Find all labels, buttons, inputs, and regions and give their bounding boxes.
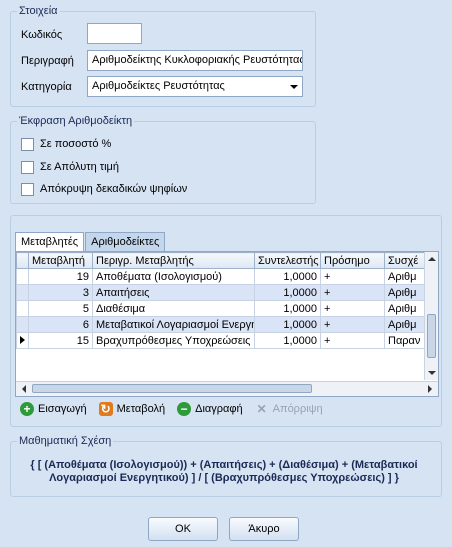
reject-button-label: Απόρριψη <box>272 403 323 415</box>
cell-coefficient[interactable]: 1,0000 <box>254 332 321 349</box>
hide-decimals-option-label: Απόκρυψη δεκαδικών ψηφίων <box>40 183 188 195</box>
cell-sign[interactable]: + <box>320 268 385 285</box>
cell-sign[interactable]: + <box>320 300 385 317</box>
cell-description[interactable]: Διαθέσιμα <box>92 300 255 317</box>
percent-option[interactable]: Σε ποσοστό % <box>21 137 111 151</box>
scroll-up-icon[interactable] <box>428 257 436 261</box>
cell-variable[interactable]: 5 <box>28 300 93 317</box>
reject-button[interactable]: ✕ Απόρριψη <box>255 402 323 416</box>
grid-toolbar: + Εισαγωγή ↻ Μεταβολή − Διαγραφή ✕ Απόρρ… <box>20 402 335 416</box>
tab-variables[interactable]: Μεταβλητές <box>15 232 85 252</box>
modify-button-label: Μεταβολή <box>116 403 166 415</box>
expression-group-title: Έκφραση Αριθμοδείκτη <box>17 115 135 127</box>
cell-description[interactable]: Αποθέματα (Ισολογισμού) <box>92 268 255 285</box>
grid-vertical-scrollbar[interactable] <box>424 252 438 380</box>
percent-option-label: Σε ποσοστό % <box>40 138 112 150</box>
absolute-option-label: Σε Απόλυτη τιμή <box>40 161 120 173</box>
cell-variable[interactable]: 19 <box>28 268 93 285</box>
cell-description[interactable]: Μεταβατικοί Λογαριασμοί Ενεργητ <box>92 316 255 333</box>
scroll-down-icon[interactable] <box>428 371 436 375</box>
absolute-checkbox[interactable] <box>21 160 34 174</box>
modify-button[interactable]: ↻ Μεταβολή <box>98 402 166 416</box>
horizontal-scroll-thumb[interactable] <box>32 384 312 393</box>
table-row[interactable]: 6 Μεταβατικοί Λογαριασμοί Ενεργητ 1,0000… <box>16 316 437 333</box>
row-indicator <box>16 284 29 301</box>
insert-button-label: Εισαγωγή <box>38 403 87 415</box>
table-header-row: Μεταβλητή Περιγρ. Μεταβλητής Συντελεστής… <box>16 252 437 269</box>
chevron-down-icon[interactable] <box>290 85 298 89</box>
formula-group-title: Μαθηματική Σχέση <box>17 435 114 447</box>
table-row[interactable]: 5 Διαθέσιμα 1,0000 + Αριθμ <box>16 300 437 317</box>
tab-ratios[interactable]: Αριθμοδείκτες <box>85 232 166 251</box>
col-variable[interactable]: Μεταβλητή <box>28 252 93 269</box>
delete-button-label: Διαγραφή <box>195 403 243 415</box>
variables-grid[interactable]: Μεταβλητή Περιγρ. Μεταβλητής Συντελεστής… <box>15 251 439 397</box>
description-label: Περιγραφή <box>21 55 74 67</box>
cell-sign[interactable]: + <box>320 332 385 349</box>
table-row[interactable]: 19 Αποθέματα (Ισολογισμού) 1,0000 + Αριθ… <box>16 268 437 285</box>
scroll-left-icon[interactable] <box>22 385 26 393</box>
refresh-icon: ↻ <box>98 402 113 416</box>
current-row-arrow-icon <box>16 332 29 349</box>
tab-strip: Μεταβλητές Αριθμοδείκτες <box>15 232 166 252</box>
category-label: Κατηγορία <box>21 81 72 93</box>
table-row[interactable]: 3 Απαιτήσεις 1,0000 + Αριθμ <box>16 284 437 301</box>
vertical-scroll-thumb[interactable] <box>427 314 436 358</box>
add-icon: + <box>20 402 34 416</box>
cancel-button[interactable]: Άκυρο <box>229 517 299 541</box>
row-indicator <box>16 268 29 285</box>
description-input[interactable]: Αριθμοδείκτης Κυκλοφοριακής Ρευστότητας <box>87 50 303 71</box>
hide-decimals-option[interactable]: Απόκρυψη δεκαδικών ψηφίων <box>21 182 187 196</box>
details-group-title: Στοιχεία <box>17 5 60 17</box>
cell-sign[interactable]: + <box>320 284 385 301</box>
grid-horizontal-scrollbar[interactable] <box>16 381 438 396</box>
scroll-right-icon[interactable] <box>428 385 432 393</box>
cell-coefficient[interactable]: 1,0000 <box>254 268 321 285</box>
variables-table: Μεταβλητή Περιγρ. Μεταβλητής Συντελεστής… <box>16 252 437 349</box>
hide-decimals-checkbox[interactable] <box>21 182 34 196</box>
row-indicator <box>16 300 29 317</box>
row-indicator <box>16 316 29 333</box>
cell-description[interactable]: Απαιτήσεις <box>92 284 255 301</box>
ok-button[interactable]: OK <box>148 517 218 541</box>
absolute-option[interactable]: Σε Απόλυτη τιμή <box>21 160 119 174</box>
cell-variable[interactable]: 15 <box>28 332 93 349</box>
cell-sign[interactable]: + <box>320 316 385 333</box>
col-description[interactable]: Περιγρ. Μεταβλητής <box>92 252 255 269</box>
col-sign[interactable]: Πρόσημο <box>320 252 385 269</box>
code-input[interactable] <box>87 23 142 44</box>
tools-icon: ✕ <box>256 402 267 416</box>
percent-checkbox[interactable] <box>21 137 34 151</box>
cell-coefficient[interactable]: 1,0000 <box>254 316 321 333</box>
col-coefficient[interactable]: Συντελεστής <box>254 252 321 269</box>
delete-button[interactable]: − Διαγραφή <box>177 402 243 416</box>
cell-variable[interactable]: 6 <box>28 316 93 333</box>
table-row[interactable]: 15 Βραχυπρόθεσμες Υποχρεώσεις 1,0000 + Π… <box>16 332 437 349</box>
cell-variable[interactable]: 3 <box>28 284 93 301</box>
insert-button[interactable]: + Εισαγωγή <box>20 402 87 416</box>
code-label: Κωδικός <box>21 29 63 41</box>
row-indicator-header <box>16 252 29 269</box>
cell-description[interactable]: Βραχυπρόθεσμες Υποχρεώσεις <box>92 332 255 349</box>
cell-coefficient[interactable]: 1,0000 <box>254 300 321 317</box>
formula-text: { [ (Αποθέματα (Ισολογισμού)) + (Απαιτήσ… <box>30 459 418 484</box>
category-select-value: Αριθμοδείκτες Ρευστότητας <box>92 80 225 92</box>
cell-coefficient[interactable]: 1,0000 <box>254 284 321 301</box>
category-select[interactable]: Αριθμοδείκτες Ρευστότητας <box>87 76 303 97</box>
remove-icon: − <box>177 402 192 416</box>
